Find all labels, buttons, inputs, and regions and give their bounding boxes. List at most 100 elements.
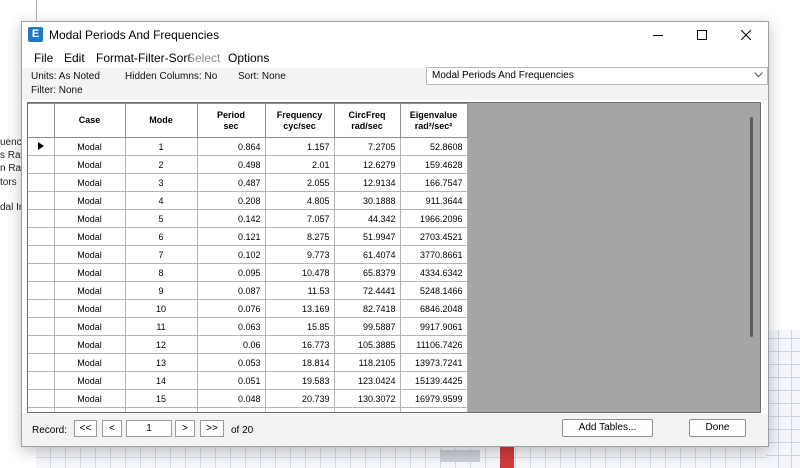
vertical-scrollbar[interactable] (745, 103, 759, 412)
cell-period[interactable]: 0.487 (196, 173, 266, 192)
cell-circfreq[interactable]: 12.9134 (333, 173, 401, 192)
table-row[interactable]: Modal 12 0.06 16.773 105.3885 11106.7426 (28, 335, 468, 354)
cell-eigenvalue[interactable]: 13973.7241 (399, 353, 468, 372)
cell-frequency[interactable]: 10.478 (264, 263, 335, 282)
table-row[interactable]: Modal 1 0.864 1.157 7.2705 52.8608 (28, 137, 468, 156)
cell-eigenvalue[interactable]: 52.8608 (399, 137, 468, 156)
row-selector[interactable] (28, 335, 55, 354)
menu-file[interactable]: File (34, 51, 53, 65)
menu-options[interactable]: Options (228, 51, 269, 65)
cell-frequency[interactable]: 9.773 (264, 245, 335, 264)
cell-eigenvalue[interactable]: 16979.9599 (399, 389, 468, 408)
menu-format-filter-sort[interactable]: Format-Filter-Sort (96, 51, 191, 65)
cell-mode[interactable]: 13 (124, 353, 198, 372)
cell-frequency[interactable]: 7.057 (264, 209, 335, 228)
cell-circfreq[interactable]: 134.9395 (333, 407, 401, 412)
cell-eigenvalue[interactable]: 911.3644 (399, 191, 468, 210)
cell-eigenvalue[interactable]: 6846.2048 (399, 299, 468, 318)
table-row[interactable]: Modal 10 0.076 13.169 82.7418 6846.2048 (28, 299, 468, 318)
cell-case[interactable]: Modal (53, 389, 126, 408)
cell-period[interactable]: 0.121 (196, 227, 266, 246)
cell-frequency[interactable]: 19.583 (264, 371, 335, 390)
cell-eigenvalue[interactable]: 166.7547 (399, 173, 468, 192)
cell-eigenvalue[interactable]: 15139.4425 (399, 371, 468, 390)
cell-period[interactable]: 0.047 (196, 407, 266, 412)
cell-mode[interactable]: 10 (124, 299, 198, 318)
table-row[interactable]: Modal 4 0.208 4.805 30.1888 911.3644 (28, 191, 468, 210)
table-row[interactable]: Modal 3 0.487 2.055 12.9134 166.7547 (28, 173, 468, 192)
cell-mode[interactable]: 7 (124, 245, 198, 264)
table-row[interactable]: Modal 11 0.063 15.85 99.5887 9917.9061 (28, 317, 468, 336)
cell-case[interactable]: Modal (53, 173, 126, 192)
cell-case[interactable]: Modal (53, 227, 126, 246)
cell-mode[interactable]: 1 (124, 137, 198, 156)
done-button[interactable]: Done (689, 419, 746, 437)
row-selector[interactable] (28, 317, 55, 336)
data-grid[interactable]: Case Mode Period sec Frequency cyc/sec Cir… (27, 102, 761, 413)
scrollbar-thumb[interactable] (750, 117, 753, 337)
cell-period[interactable]: 0.142 (196, 209, 266, 228)
cell-case[interactable]: Modal (53, 317, 126, 336)
cell-frequency[interactable]: 11.53 (264, 281, 335, 300)
cell-circfreq[interactable]: 30.1888 (333, 191, 401, 210)
row-selector[interactable] (28, 209, 55, 228)
cell-frequency[interactable]: 13.169 (264, 299, 335, 318)
menu-select[interactable]: Select (187, 51, 220, 65)
table-row[interactable]: Modal 9 0.087 11.53 72.4441 5248.1466 (28, 281, 468, 300)
previous-record-button[interactable]: < (102, 420, 122, 437)
column-header-eigenvalue[interactable]: Eigenvalue rad²/sec² (399, 103, 468, 138)
cell-frequency[interactable]: 4.805 (264, 191, 335, 210)
title-bar[interactable]: E Modal Periods And Frequencies (22, 22, 768, 48)
cell-mode[interactable]: 16 (124, 407, 198, 412)
cell-eigenvalue[interactable]: 5248.1466 (399, 281, 468, 300)
cell-circfreq[interactable]: 105.3885 (333, 335, 401, 354)
cell-circfreq[interactable]: 51.9947 (333, 227, 401, 246)
table-row[interactable]: Modal160.04721.476134.939518208.6699 (28, 407, 468, 412)
next-record-button[interactable]: > (175, 420, 195, 437)
cell-period[interactable]: 0.076 (196, 299, 266, 318)
cell-mode[interactable]: 5 (124, 209, 198, 228)
cell-circfreq[interactable]: 123.0424 (333, 371, 401, 390)
row-selector[interactable] (28, 245, 55, 264)
cell-eigenvalue[interactable]: 4334.6342 (399, 263, 468, 282)
table-row[interactable]: Modal 5 0.142 7.057 44.342 1966.2096 (28, 209, 468, 228)
cell-period[interactable]: 0.048 (196, 389, 266, 408)
cell-circfreq[interactable]: 7.2705 (333, 137, 401, 156)
cell-circfreq[interactable]: 61.4074 (333, 245, 401, 264)
cell-frequency[interactable]: 8.275 (264, 227, 335, 246)
last-record-button[interactable]: >> (200, 420, 224, 437)
cell-eigenvalue[interactable]: 1966.2096 (399, 209, 468, 228)
cell-period[interactable]: 0.095 (196, 263, 266, 282)
table-row[interactable]: Modal 7 0.102 9.773 61.4074 3770.8661 (28, 245, 468, 264)
cell-eigenvalue[interactable]: 18208.6699 (399, 407, 468, 412)
row-selector[interactable] (28, 371, 55, 390)
cell-circfreq[interactable]: 44.342 (333, 209, 401, 228)
cell-mode[interactable]: 12 (124, 335, 198, 354)
cell-mode[interactable]: 11 (124, 317, 198, 336)
cell-mode[interactable]: 9 (124, 281, 198, 300)
cell-circfreq[interactable]: 72.4441 (333, 281, 401, 300)
table-row[interactable]: Modal 8 0.095 10.478 65.8379 4334.6342 (28, 263, 468, 282)
cell-eigenvalue[interactable]: 11106.7426 (399, 335, 468, 354)
cell-case[interactable]: Modal (53, 137, 126, 156)
cell-case[interactable]: Modal (53, 353, 126, 372)
cell-eigenvalue[interactable]: 9917.9061 (399, 317, 468, 336)
add-tables-button[interactable]: Add Tables... (562, 419, 653, 437)
cell-mode[interactable]: 14 (124, 371, 198, 390)
cell-case[interactable]: Modal (53, 371, 126, 390)
cell-frequency[interactable]: 18.814 (264, 353, 335, 372)
row-selector[interactable] (28, 137, 55, 156)
cell-mode[interactable]: 15 (124, 389, 198, 408)
cell-eigenvalue[interactable]: 3770.8661 (399, 245, 468, 264)
cell-circfreq[interactable]: 99.5887 (333, 317, 401, 336)
close-button[interactable] (724, 22, 768, 48)
row-selector[interactable] (28, 263, 55, 282)
cell-frequency[interactable]: 16.773 (264, 335, 335, 354)
cell-period[interactable]: 0.051 (196, 371, 266, 390)
table-row[interactable]: Modal 6 0.121 8.275 51.9947 2703.4521 (28, 227, 468, 246)
row-selector[interactable] (28, 281, 55, 300)
cell-case[interactable]: Modal (53, 209, 126, 228)
cell-period[interactable]: 0.063 (196, 317, 266, 336)
cell-mode[interactable]: 3 (124, 173, 198, 192)
cell-mode[interactable]: 6 (124, 227, 198, 246)
